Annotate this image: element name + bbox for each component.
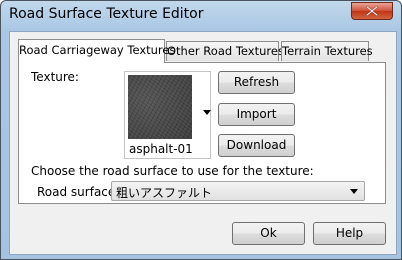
download-button[interactable]: Download xyxy=(218,134,295,157)
help-button-label: Help xyxy=(335,226,364,240)
tab-label: Road Carriageway Textures xyxy=(19,43,176,57)
road-surface-label: Road surface xyxy=(37,185,116,199)
ok-button[interactable]: Ok xyxy=(232,222,305,245)
texture-label: Texture: xyxy=(31,70,79,84)
road-surface-value: 粗いアスファルト xyxy=(116,186,213,200)
dropdown-arrow-icon[interactable] xyxy=(203,110,211,115)
close-button[interactable] xyxy=(351,2,393,20)
tab-terrain-textures[interactable]: Terrain Textures xyxy=(281,41,373,61)
texture-thumbnail xyxy=(128,75,192,139)
tab-other-road-textures[interactable]: Other Road Textures xyxy=(166,41,284,61)
refresh-button-label: Refresh xyxy=(233,75,280,89)
surface-prompt: Choose the road surface to use for the t… xyxy=(31,164,314,178)
dropdown-arrow-icon xyxy=(350,189,358,194)
import-button-label: Import xyxy=(236,107,277,121)
ok-button-label: Ok xyxy=(260,226,277,240)
road-surface-select[interactable]: 粗いアスファルト xyxy=(111,181,365,201)
tab-label: Terrain Textures xyxy=(282,44,373,58)
close-x-icon xyxy=(366,6,378,16)
texture-picker[interactable]: asphalt-01 xyxy=(124,71,211,159)
window-title: Road Surface Texture Editor xyxy=(9,6,204,22)
refresh-button[interactable]: Refresh xyxy=(218,71,295,94)
help-button[interactable]: Help xyxy=(313,222,386,245)
tab-label: Other Road Textures xyxy=(167,44,284,58)
tab-road-carriageway-textures[interactable]: Road Carriageway Textures xyxy=(18,39,175,63)
import-button[interactable]: Import xyxy=(218,103,295,126)
dialog-window: Road Surface Texture Editor Road Carriag… xyxy=(0,0,402,260)
dialog-client-area: Road Carriageway Textures Other Road Tex… xyxy=(9,31,397,255)
tab-panel: Texture: asphalt-01 Refresh Import Downl… xyxy=(18,62,386,204)
download-button-label: Download xyxy=(226,138,287,152)
title-bar[interactable]: Road Surface Texture Editor xyxy=(1,1,401,29)
texture-name: asphalt-01 xyxy=(129,142,193,156)
